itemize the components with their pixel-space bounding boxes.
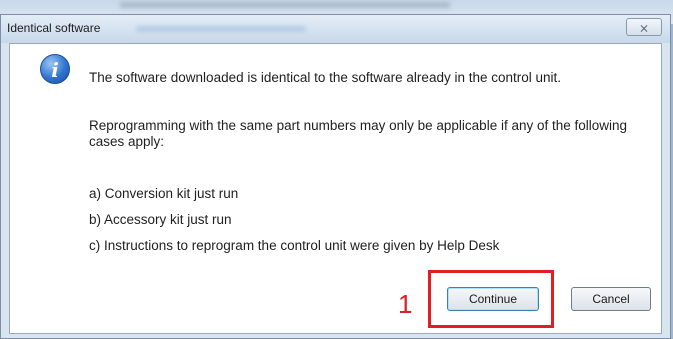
cancel-button[interactable]: Cancel [571, 287, 651, 311]
background-blurred-text [120, 2, 450, 8]
close-icon: ⨯ [638, 21, 650, 35]
info-icon: i [40, 54, 70, 84]
annotation-number: 1 [398, 289, 413, 319]
title-bar-ghost-text [136, 26, 306, 32]
dialog-titlebar[interactable]: Identical software ⨯ [1, 15, 670, 43]
identical-software-dialog: Identical software ⨯ i The software down… [0, 14, 671, 339]
close-button[interactable]: ⨯ [626, 18, 662, 36]
case-a: a) Conversion kit just run [89, 186, 239, 201]
case-c: c) Instructions to reprogram the control… [89, 238, 500, 253]
dialog-footer: 1 Continue Cancel [9, 261, 662, 328]
message-line-2: Reprogramming with the same part numbers… [89, 118, 628, 149]
continue-button[interactable]: Continue [447, 287, 539, 311]
dialog-title: Identical software [7, 21, 101, 35]
case-b: b) Accessory kit just run [89, 212, 232, 227]
message-line-1: The software downloaded is identical to … [89, 70, 562, 85]
